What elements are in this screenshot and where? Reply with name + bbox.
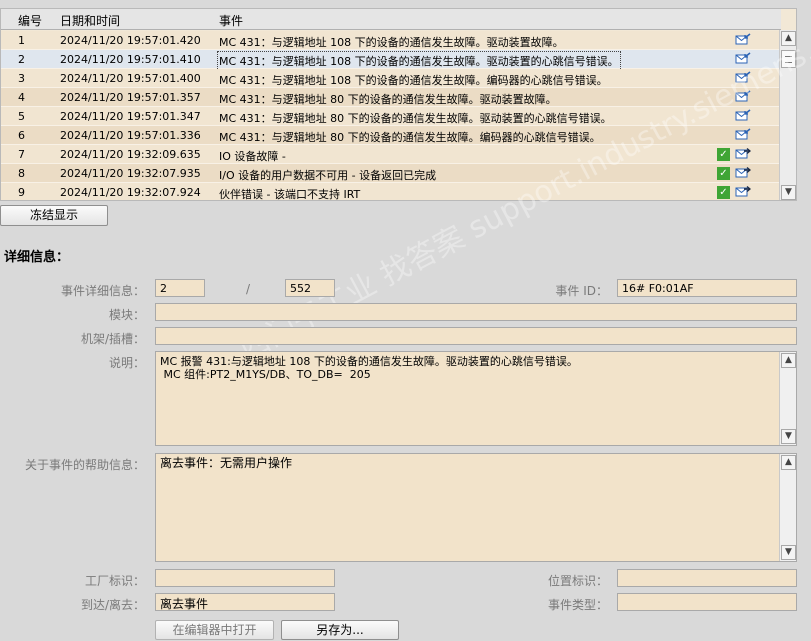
row-number: 9 [18, 186, 25, 199]
row-datetime: 2024/11/20 19:57:01.420 [60, 34, 201, 47]
table-row[interactable]: 2 2024/11/20 19:57:01.410 MC 431：与逻辑地址 108… [1, 50, 781, 71]
table-row[interactable]: 9 2024/11/20 19:32:07.924 伙伴错误 - 该端口不支持 IR… [1, 183, 781, 201]
event-detail-separator: / [245, 282, 251, 296]
scroll-up-button[interactable]: ▲ [781, 31, 796, 46]
row-event: MC 431：与逻辑地址 80 下的设备的通信发生故障。驱动装置的心跳信号错误。 [219, 112, 612, 125]
row-number: 6 [18, 129, 25, 142]
incoming-mail-icon [735, 90, 751, 104]
check-icon: ✓ [717, 167, 730, 180]
open-in-editor-button[interactable]: 在编辑器中打开 [155, 620, 274, 640]
module-label: 模块： [108, 308, 145, 322]
event-id-label: 事件 ID： [555, 284, 608, 298]
row-event: I/O 设备的用户数据不可用 - 设备返回已完成 [219, 169, 437, 182]
table-row[interactable]: 8 2024/11/20 19:32:07.935 I/O 设备的用户数据不可用 -… [1, 164, 781, 183]
table-row[interactable]: 7 2024/11/20 19:32:09.635 IO 设备故障 - ✓ [1, 145, 781, 164]
table-row[interactable]: 5 2024/11/20 19:57:01.347 MC 431：与逻辑地址 80 … [1, 107, 781, 126]
header-event[interactable]: 事件 [219, 12, 243, 29]
event-id-field[interactable]: 16# F0:01AF [617, 279, 797, 297]
table-row[interactable]: 3 2024/11/20 19:57:01.400 MC 431：与逻辑地址 108… [1, 69, 781, 88]
scroll-thumb[interactable] [781, 50, 796, 68]
outgoing-mail-icon [735, 147, 752, 161]
row-datetime: 2024/11/20 19:57:01.400 [60, 72, 201, 85]
incoming-mail-icon [735, 33, 751, 47]
outgoing-mail-icon [735, 185, 752, 199]
row-event: MC 431：与逻辑地址 108 下的设备的通信发生故障。驱动装置故障。 [219, 36, 564, 49]
table-row[interactable]: 4 2024/11/20 19:57:01.357 MC 431：与逻辑地址 80 … [1, 88, 781, 107]
help-textarea[interactable]: 离去事件：无需用户操作 ▲ ▼ [155, 453, 797, 562]
description-scrollbar[interactable]: ▲ ▼ [779, 352, 796, 445]
incoming-mail-icon [735, 71, 751, 85]
rack-slot-label: 机架/插槽： [80, 332, 145, 346]
row-datetime: 2024/11/20 19:57:01.410 [60, 53, 201, 66]
incoming-mail-icon [735, 52, 751, 66]
row-datetime: 2024/11/20 19:32:07.924 [60, 186, 201, 199]
description-scroll-up-button[interactable]: ▲ [781, 353, 796, 368]
location-id-field[interactable] [617, 569, 797, 587]
row-number: 2 [18, 53, 25, 66]
details-title: 详细信息： [4, 250, 70, 265]
event-detail-total-field: 552 [285, 279, 335, 297]
row-number: 1 [18, 34, 25, 47]
table-vertical-scrollbar[interactable]: ▲ ▼ [779, 30, 796, 200]
event-type-label: 事件类型： [547, 598, 608, 612]
help-label: 关于事件的帮助信息： [24, 458, 145, 472]
event-type-field[interactable] [617, 593, 797, 611]
help-scroll-up-button[interactable]: ▲ [781, 455, 796, 470]
table-header: 编号 日期和时间 事件 [1, 9, 781, 30]
plant-id-field[interactable] [155, 569, 335, 587]
header-datetime[interactable]: 日期和时间 [60, 12, 120, 29]
scroll-down-button[interactable]: ▼ [781, 185, 796, 200]
freeze-display-button[interactable]: 冻结显示 [0, 205, 108, 226]
incoming-outgoing-field[interactable]: 离去事件 [155, 593, 335, 611]
row-event: MC 431：与逻辑地址 80 下的设备的通信发生故障。驱动装置故障。 [219, 93, 557, 106]
module-field[interactable] [155, 303, 797, 321]
row-number: 8 [18, 167, 25, 180]
incoming-outgoing-label: 到达/离去： [80, 598, 145, 612]
row-number: 4 [18, 91, 25, 104]
row-event: MC 431：与逻辑地址 80 下的设备的通信发生故障。编码器的心跳信号错误。 [219, 131, 601, 144]
row-datetime: 2024/11/20 19:32:09.635 [60, 148, 201, 161]
description-label: 说明： [108, 356, 145, 370]
location-id-label: 位置标识： [547, 574, 608, 588]
table-row[interactable]: 6 2024/11/20 19:57:01.336 MC 431：与逻辑地址 80 … [1, 126, 781, 145]
header-no[interactable]: 编号 [18, 12, 42, 29]
event-detail-index-field[interactable]: 2 [155, 279, 205, 297]
table-row[interactable]: 1 2024/11/20 19:57:01.420 MC 431：与逻辑地址 108… [1, 31, 781, 50]
help-scroll-down-button[interactable]: ▼ [781, 545, 796, 560]
row-event: MC 431：与逻辑地址 108 下的设备的通信发生故障。编码器的心跳信号错误。 [219, 74, 608, 87]
row-number: 7 [18, 148, 25, 161]
row-number: 5 [18, 110, 25, 123]
event-detail-label: 事件详细信息： [60, 284, 145, 298]
description-text: MC 报警 431:与逻辑地址 108 下的设备的通信发生故障。驱动装置的心跳信… [160, 355, 578, 381]
check-icon: ✓ [717, 148, 730, 161]
row-datetime: 2024/11/20 19:57:01.336 [60, 129, 201, 142]
row-datetime: 2024/11/20 19:57:01.347 [60, 110, 201, 123]
row-datetime: 2024/11/20 19:57:01.357 [60, 91, 201, 104]
help-text: 离去事件：无需用户操作 [160, 456, 293, 470]
row-event: MC 431：与逻辑地址 108 下的设备的通信发生故障。驱动装置的心跳信号错误… [217, 51, 621, 71]
description-textarea[interactable]: MC 报警 431:与逻辑地址 108 下的设备的通信发生故障。驱动装置的心跳信… [155, 351, 797, 446]
check-icon: ✓ [717, 186, 730, 199]
row-number: 3 [18, 72, 25, 85]
outgoing-mail-icon [735, 166, 752, 180]
description-scroll-down-button[interactable]: ▼ [781, 429, 796, 444]
rack-slot-field[interactable] [155, 327, 797, 345]
save-as-button[interactable]: 另存为... [281, 620, 399, 640]
event-table[interactable]: 编号 日期和时间 事件 1 2024/11/20 19:57:01.420 MC 4… [0, 8, 797, 201]
row-event: 伙伴错误 - 该端口不支持 IRT [219, 188, 361, 201]
help-scrollbar[interactable]: ▲ ▼ [779, 454, 796, 561]
row-event: IO 设备故障 - [219, 150, 286, 163]
incoming-mail-icon [735, 109, 751, 123]
incoming-mail-icon [735, 128, 751, 142]
plant-id-label: 工厂标识： [84, 574, 145, 588]
row-datetime: 2024/11/20 19:32:07.935 [60, 167, 201, 180]
